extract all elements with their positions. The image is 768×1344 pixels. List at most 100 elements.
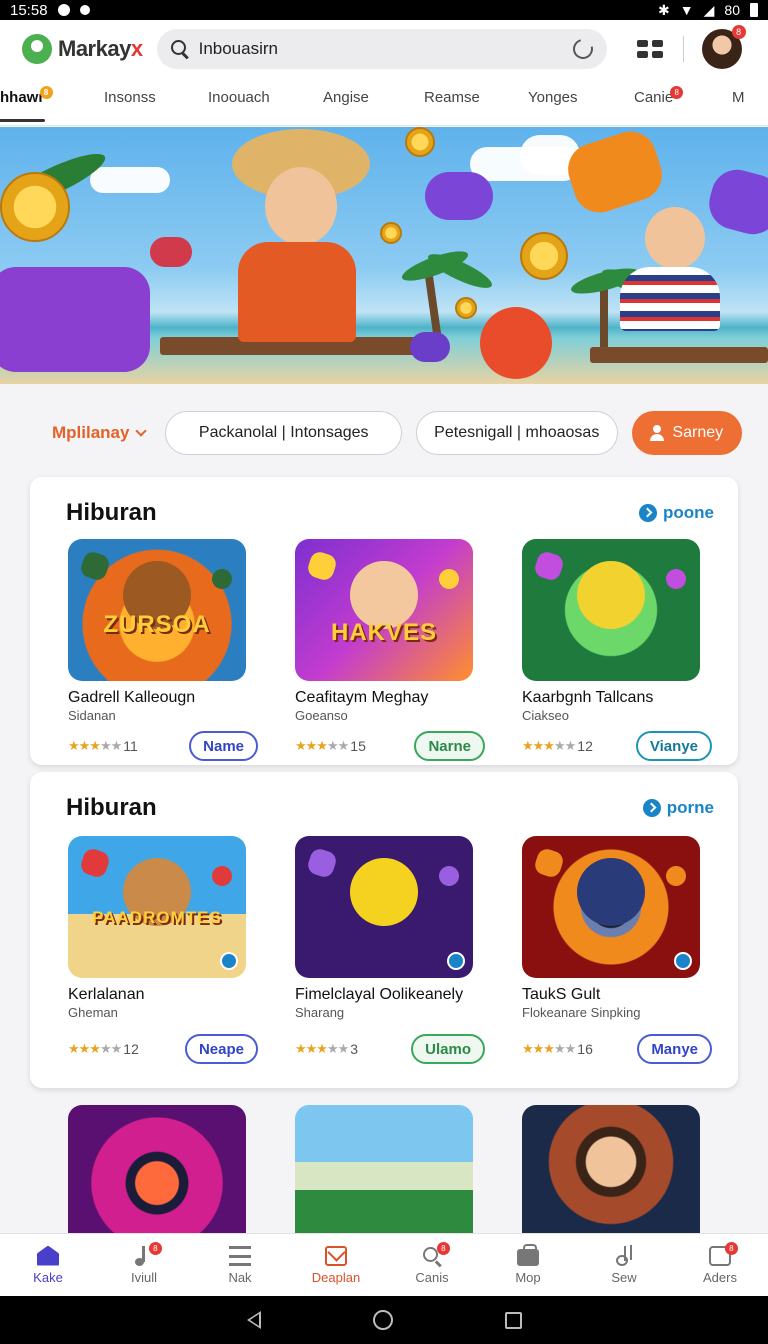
wifi-icon: ▼: [679, 2, 694, 18]
refresh-icon[interactable]: [568, 35, 597, 63]
hero-banner[interactable]: [0, 127, 768, 384]
arrow-circle-icon: [642, 799, 661, 817]
recent-apps-icon[interactable]: [504, 1311, 522, 1329]
tab-1[interactable]: hhawı 8: [0, 78, 53, 126]
app-action-button[interactable]: Narne: [414, 731, 485, 761]
tab-badge: 8: [670, 86, 684, 99]
app-tile[interactable]: Fimelclayal Oolikeanely Sharang ★★★★★ 3 Ulam…: [295, 836, 485, 1064]
grid-menu-icon[interactable]: [636, 40, 663, 58]
app-name: TaukS Gult: [522, 986, 601, 1003]
app-subtitle: Gheman: [68, 1005, 118, 1020]
primary-action-label: Sarney: [672, 424, 724, 441]
bear-beach-icon[interactable]: PAADROMTES: [68, 836, 246, 978]
thumbnail-title: HAKVES: [330, 619, 438, 646]
app-tile[interactable]: TaukS Gult Flokeanare Sinpking ★★★★★ 16 Many…: [522, 836, 712, 1064]
badge-icon: [674, 952, 692, 970]
back-icon[interactable]: [246, 1311, 261, 1329]
rating-count: 3: [350, 1041, 359, 1057]
primary-action-button[interactable]: Sarney: [631, 411, 742, 455]
app-thumbnail[interactable]: [68, 1105, 246, 1247]
bottom-navigation: Kake Iviull 8 Nak Deaplan Canis 8 Mop Sew Aders 8: [0, 1233, 768, 1296]
star-rating-icon: ★★★★★: [68, 1041, 122, 1056]
search-icon: [170, 40, 189, 58]
search-bar[interactable]: [156, 29, 607, 69]
app-tile[interactable]: HAKVES Ceafitaym Meghay Goeanso ★★★★★ 15 Narn…: [295, 539, 485, 761]
tab-label: Reamse: [424, 89, 480, 106]
app-name: Fimelclayal Oolikeanely: [295, 986, 464, 1003]
status-bar: 15:58 ✱ ▼ ◢ 80: [0, 0, 768, 20]
app-action-button[interactable]: Neape: [184, 1034, 258, 1064]
tab-label: M: [732, 89, 745, 106]
mail-icon: [325, 1245, 347, 1266]
tab-label: Angise: [323, 89, 369, 106]
tab-3[interactable]: Inoouach: [208, 78, 270, 126]
more-label: porne: [666, 798, 714, 817]
app-action-button[interactable]: Vianye: [635, 731, 712, 761]
tab-6[interactable]: Yonges: [528, 78, 578, 126]
sort-dropdown[interactable]: Mplilanay: [52, 423, 148, 443]
app-action-button[interactable]: Ulamo: [411, 1034, 485, 1064]
app-action-button[interactable]: Manye: [637, 1034, 712, 1064]
star-rating-icon: ★★★★★: [295, 738, 349, 753]
user-icon: [650, 425, 665, 441]
app-tile[interactable]: ZURSOA Gadrell Kalleougn Sidanan ★★★★★ 11 Nam…: [68, 539, 258, 761]
category-tabs: hhawı 8 Insonss Inoouach Angise Reamse Yonges C…: [0, 78, 768, 126]
nav-item-5[interactable]: Canis 8: [384, 1234, 480, 1296]
signal-icon: ◢: [703, 1, 715, 18]
filter-pill-1[interactable]: Packanolal | Intonsages: [165, 411, 402, 455]
star-rating-icon: ★★★★★: [522, 1041, 576, 1056]
nav-item-3[interactable]: Nak: [192, 1234, 288, 1296]
app-logo[interactable]: Markayx: [22, 34, 143, 64]
app-tile[interactable]: Kaarbgnh Tallcans Ciakseo ★★★★★ 12 Vianye: [522, 539, 712, 761]
avatar[interactable]: 8: [701, 25, 746, 69]
nav-item-4[interactable]: Deaplan: [288, 1234, 384, 1296]
nav-item-7[interactable]: Sew: [576, 1234, 672, 1296]
app-tile[interactable]: PAADROMTES Kerlalanan Gheman ★★★★★ 12 Neape: [68, 836, 258, 1064]
happy-cat-icon[interactable]: [295, 836, 473, 978]
section-title: Hiburan: [66, 499, 157, 526]
app-action-button[interactable]: Name: [189, 731, 258, 761]
nav-item-1[interactable]: Kake: [0, 1234, 96, 1296]
app-subtitle: Goeanso: [295, 708, 348, 723]
nav-badge: 8: [436, 1242, 450, 1255]
app-subtitle: Sharang: [295, 1005, 345, 1020]
system-navigation: [0, 1296, 768, 1344]
nav-badge: 8: [148, 1242, 162, 1255]
bear-mascot-icon[interactable]: ZURSOA: [68, 539, 246, 681]
logo-text: Markayx: [58, 36, 143, 61]
app-subtitle: Sidanan: [68, 708, 116, 723]
nav-item-8[interactable]: Aders 8: [672, 1234, 768, 1296]
tab-5[interactable]: Reamse: [424, 78, 480, 126]
section-more-link[interactable]: porne: [642, 798, 714, 818]
arrow-circle-icon: [639, 504, 657, 522]
app-footer: ★★★★★ 15 Narne: [295, 731, 485, 761]
nav-item-6[interactable]: Mop: [480, 1234, 576, 1296]
search-input[interactable]: [198, 39, 563, 59]
star-rating-icon: ★★★★★: [295, 1041, 349, 1056]
tab-badge: 8: [39, 86, 53, 99]
app-thumbnail[interactable]: [522, 1105, 700, 1247]
lens-duck-icon[interactable]: [522, 836, 700, 978]
status-time: 15:58: [10, 1, 48, 19]
list-icon: [229, 1245, 251, 1266]
home-circle-icon[interactable]: [372, 1310, 393, 1330]
tab-2[interactable]: Insonss: [104, 78, 156, 126]
tab-8[interactable]: M: [732, 78, 745, 126]
section-more-link[interactable]: poone: [639, 503, 714, 523]
nav-label: Mop: [515, 1269, 541, 1285]
badge-icon: [220, 952, 238, 970]
tab-7[interactable]: Canie 8: [634, 78, 684, 126]
app-thumbnail[interactable]: [295, 1105, 473, 1247]
app-subtitle: Flokeanare Sinpking: [522, 1005, 641, 1020]
filter-pill-2[interactable]: Petesnigall | mhoaosas: [415, 411, 618, 455]
thumbnail-title: PAADROMTES: [92, 908, 222, 927]
section-card: Hiburan porne PAADROMTES Kerlalanan Gheman…: [30, 772, 738, 1088]
nav-item-2[interactable]: Iviull 8: [96, 1234, 192, 1296]
cat-mascot-icon[interactable]: [522, 539, 700, 681]
tab-label: Yonges: [528, 89, 578, 106]
app-name: Kaarbgnh Tallcans: [522, 689, 654, 706]
nav-label: Sew: [611, 1269, 637, 1285]
tab-4[interactable]: Angise: [323, 78, 369, 126]
app-header: Markayx 8 hhawı8 Insonss Inoouach Angise Rea…: [0, 20, 768, 126]
girl-game-icon[interactable]: HAKVES: [295, 539, 473, 681]
